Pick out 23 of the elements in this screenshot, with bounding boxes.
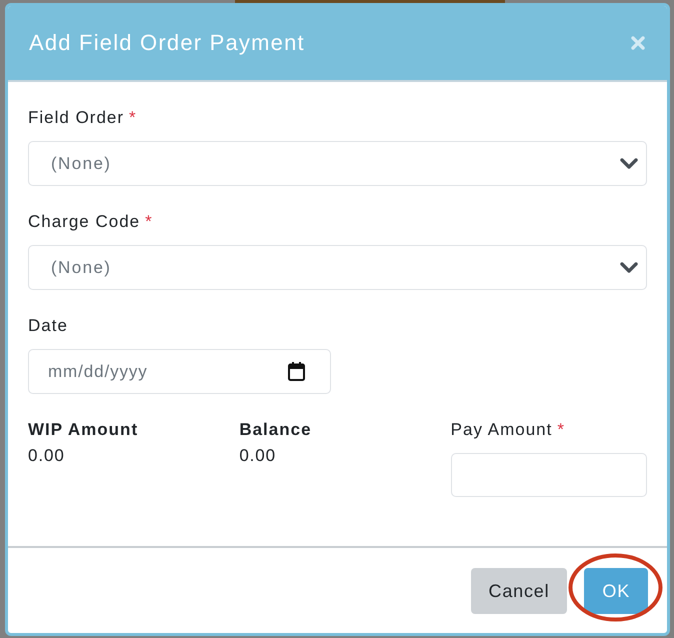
chevron-down-icon	[620, 158, 638, 169]
chevron-down-icon	[620, 262, 638, 273]
cancel-button[interactable]: Cancel	[470, 568, 568, 614]
close-icon	[631, 36, 645, 50]
dropdown[interactable]: (None)	[28, 141, 647, 186]
date-field[interactable]: mm/dd/yyyy	[28, 349, 331, 394]
amount-value: 0.00	[239, 445, 278, 467]
close-button[interactable]	[631, 36, 645, 50]
amount-label: WIP Amount	[28, 419, 140, 441]
ok-button[interactable]: OK	[584, 568, 648, 614]
amount-value: 0.00	[28, 445, 66, 467]
required-mark: *	[145, 211, 153, 233]
field-label: Field Order	[28, 107, 124, 129]
dropdown[interactable]: (None)	[28, 245, 647, 290]
calendar-icon	[288, 362, 305, 381]
dialog-title: Add Field Order Payment	[29, 29, 305, 57]
field-label: Pay Amount	[450, 419, 552, 441]
amount-label: Balance	[239, 419, 313, 441]
required-mark: *	[129, 107, 137, 129]
amount-input[interactable]	[450, 453, 647, 497]
field-label: Charge Code	[28, 211, 140, 233]
field-label: Date	[28, 315, 68, 337]
required-mark: *	[557, 419, 565, 441]
